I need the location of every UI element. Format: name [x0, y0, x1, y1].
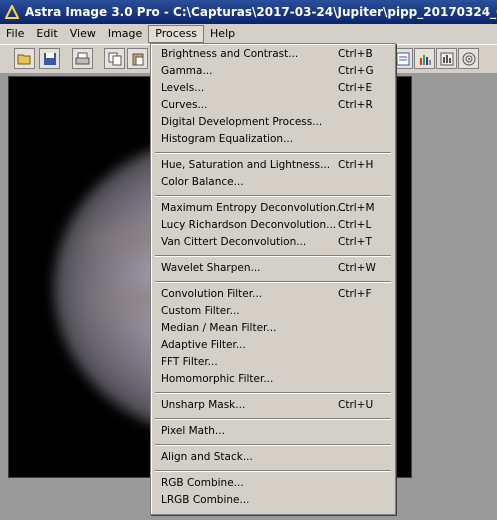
menu-item-curves[interactable]: Curves... Ctrl+R — [151, 97, 395, 114]
menu-item-lrgb-combine[interactable]: LRGB Combine... — [151, 492, 395, 509]
copy-icon[interactable] — [104, 48, 125, 69]
menu-item-fft-filter[interactable]: FFT Filter... — [151, 354, 395, 371]
print-icon[interactable] — [72, 48, 93, 69]
title-bar: Astra Image 3.0 Pro - C:\Capturas\2017-0… — [0, 0, 497, 24]
menu-separator — [155, 152, 391, 154]
open-folder-icon[interactable] — [14, 48, 35, 69]
process-menu: Brightness and Contrast... Ctrl+B Gamma..… — [150, 43, 396, 515]
menu-item-rgb-combine[interactable]: RGB Combine... — [151, 475, 395, 492]
menu-item-median-mean-filter[interactable]: Median / Mean Filter... — [151, 320, 395, 337]
menu-item-lucy-richardson[interactable]: Lucy Richardson Deconvolution... Ctrl+L — [151, 217, 395, 234]
menu-item-convolution-filter[interactable]: Convolution Filter... Ctrl+F — [151, 286, 395, 303]
paste-icon[interactable] — [127, 48, 148, 69]
menu-view[interactable]: View — [64, 25, 102, 43]
menu-item-color-balance[interactable]: Color Balance... — [151, 174, 395, 191]
menu-separator — [155, 444, 391, 446]
menu-separator — [155, 470, 391, 472]
menu-item-van-cittert[interactable]: Van Cittert Deconvolution... Ctrl+T — [151, 234, 395, 251]
menu-separator — [155, 281, 391, 283]
menu-separator — [155, 255, 391, 257]
menu-edit[interactable]: Edit — [30, 25, 63, 43]
menu-item-wavelet-sharpen[interactable]: Wavelet Sharpen... Ctrl+W — [151, 260, 395, 277]
menu-item-align-stack[interactable]: Align and Stack... — [151, 449, 395, 466]
menu-item-gamma[interactable]: Gamma... Ctrl+G — [151, 63, 395, 80]
window-title: Astra Image 3.0 Pro - C:\Capturas\2017-0… — [25, 5, 497, 19]
menu-bar: File Edit View Image Process Help — [0, 24, 497, 44]
menu-separator — [155, 392, 391, 394]
app-logo-icon — [5, 4, 19, 20]
menu-image[interactable]: Image — [102, 25, 148, 43]
menu-process[interactable]: Process — [148, 25, 205, 43]
histogram-icon[interactable] — [414, 48, 435, 69]
image-icon[interactable] — [436, 48, 457, 69]
menu-item-max-entropy[interactable]: Maximum Entropy Deconvolution... Ctrl+M — [151, 200, 395, 217]
menu-item-ddp[interactable]: Digital Development Process... — [151, 114, 395, 131]
menu-item-pixel-math[interactable]: Pixel Math... — [151, 423, 395, 440]
menu-file[interactable]: File — [0, 25, 30, 43]
menu-item-brightness-contrast[interactable]: Brightness and Contrast... Ctrl+B — [151, 46, 395, 63]
menu-separator — [155, 195, 391, 197]
menu-item-adaptive-filter[interactable]: Adaptive Filter... — [151, 337, 395, 354]
menu-item-custom-filter[interactable]: Custom Filter... — [151, 303, 395, 320]
menu-item-levels[interactable]: Levels... Ctrl+E — [151, 80, 395, 97]
menu-item-homomorphic-filter[interactable]: Homomorphic Filter... — [151, 371, 395, 388]
menu-help[interactable]: Help — [204, 25, 241, 43]
menu-item-histogram-equalization[interactable]: Histogram Equalization... — [151, 131, 395, 148]
menu-item-hue-saturation[interactable]: Hue, Saturation and Lightness... Ctrl+H — [151, 157, 395, 174]
save-icon[interactable] — [39, 48, 60, 69]
menu-separator — [155, 418, 391, 420]
target-icon[interactable] — [458, 48, 479, 69]
menu-item-unsharp-mask[interactable]: Unsharp Mask... Ctrl+U — [151, 397, 395, 414]
